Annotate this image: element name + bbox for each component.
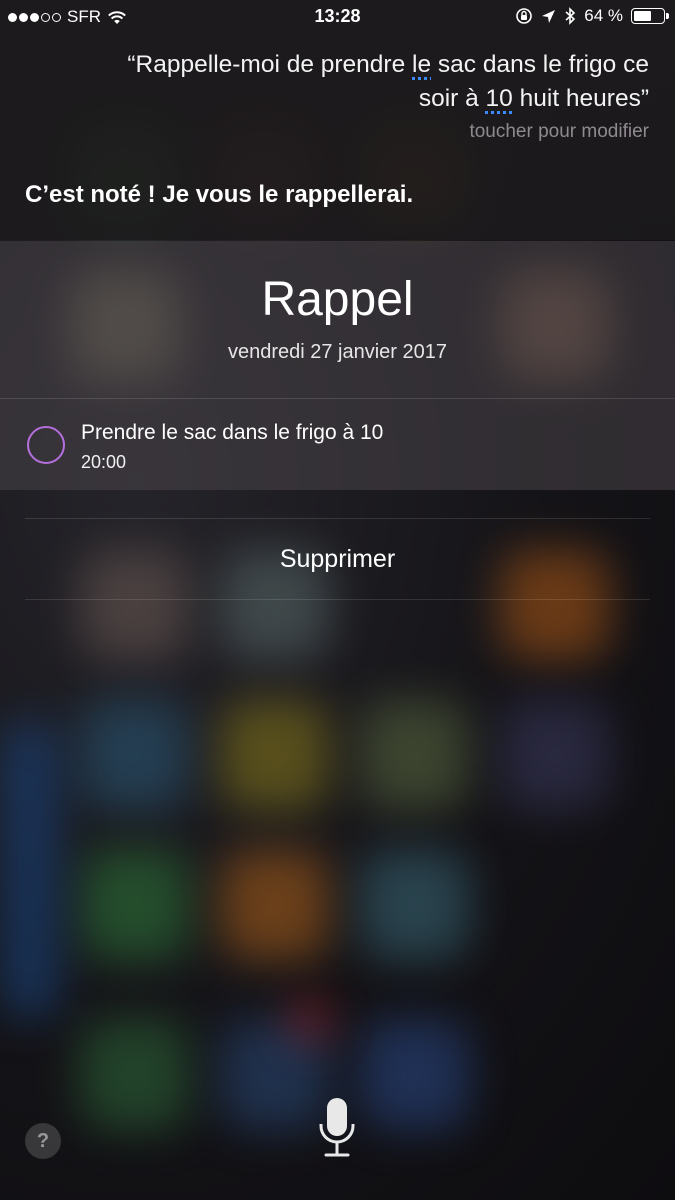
reminder-title: Prendre le sac dans le frigo à 10: [81, 421, 384, 444]
battery-percentage: 64 %: [584, 6, 623, 25]
blurred-home-screen-background: [0, 0, 675, 1200]
divider: [25, 599, 650, 600]
reminder-date: vendredi 27 janvier 2017: [227, 341, 448, 363]
status-bar: SFR 13:28 64 %: [0, 0, 675, 34]
card-title: Rappel: [261, 273, 414, 326]
reminder-time: 20:00: [81, 452, 127, 472]
microphone-icon[interactable]: [318, 1096, 356, 1160]
location-arrow-icon: [542, 9, 556, 23]
ambiguous-word-le[interactable]: le: [412, 51, 431, 78]
reminder-item[interactable]: Prendre le sac dans le frigo à 10 20:00: [0, 399, 675, 490]
tap-to-edit-hint[interactable]: toucher pour modifier: [469, 121, 649, 143]
battery-icon: [631, 8, 669, 24]
ambiguous-word-10[interactable]: 10: [486, 85, 513, 112]
transcription-text: huit heures”: [512, 85, 649, 112]
transcription-text: “Rappelle-moi de prendre: [127, 51, 413, 78]
complete-checkbox[interactable]: [27, 426, 65, 464]
siri-transcription[interactable]: “Rappelle-moi de prendre le sac dans le …: [89, 48, 649, 116]
delete-button[interactable]: Supprimer: [25, 519, 650, 599]
siri-response: C’est noté ! Je vous le rappellerai.: [25, 181, 414, 208]
bluetooth-icon: [565, 7, 576, 25]
reminder-card[interactable]: Rappel vendredi 27 janvier 2017 Prendre …: [0, 241, 675, 490]
orientation-lock-icon: [516, 8, 533, 24]
help-button[interactable]: ?: [25, 1123, 61, 1159]
